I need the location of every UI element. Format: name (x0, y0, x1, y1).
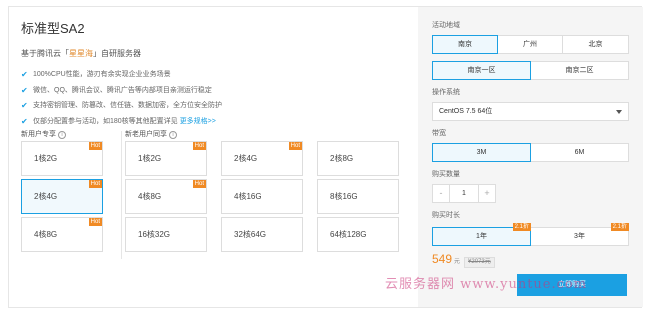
site-watermark: 云服务器网 www.yuntue.com (385, 277, 588, 292)
quantity-plus-button[interactable]: + (478, 184, 496, 203)
feature-item: ✔ 支持密钥管理、防篡改、信任链、数据加密，全方位安全防护 (21, 98, 418, 114)
hot-badge: Hot (192, 142, 206, 150)
discount-badge: 2.1折 (512, 223, 531, 231)
hot-badge: Hot (88, 180, 102, 188)
spec-card-old-4c8g[interactable]: 4核8G Hot (125, 179, 207, 214)
quantity-label: 购买数量 (432, 171, 460, 178)
hot-badge: Hot (288, 142, 302, 150)
os-select[interactable]: CentOS 7.5 64位 (432, 102, 629, 121)
bandwidth-option-3m[interactable]: 3M (432, 143, 531, 162)
feature-item: ✔ 微信、QQ、腾讯会议、腾讯广告等内部项目亲测运行稳定 (21, 83, 418, 99)
product-subtitle: 基于腾讯云「星星海」自研服务器 (21, 49, 141, 58)
feature-item: ✔ 仅部分配置参与活动，如180核等其他配置详见 更多规格>> (21, 114, 418, 130)
duration-option-1y[interactable]: 1年 2.1折 (432, 223, 531, 246)
quantity-input[interactable]: 1 (450, 184, 478, 203)
spec-card-old-32c64g[interactable]: 32核64G (221, 217, 303, 252)
old-user-group-label: 新老用户同享 i (125, 129, 177, 139)
duration-selector: 1年 2.1折 3年 2.1折 (432, 223, 643, 246)
price-unit: 元 (454, 259, 461, 265)
bandwidth-selector: 3M 6M (432, 143, 643, 162)
product-title: 标准型SA2 (21, 21, 85, 36)
duration-label: 购买时长 (432, 212, 460, 219)
feature-item: ✔ 100%CPU性能，游刃有余实现企业业务场景 (21, 67, 418, 83)
spec-card-old-8c16g[interactable]: 8核16G (317, 179, 399, 214)
feature-list: ✔ 100%CPU性能，游刃有余实现企业业务场景 ✔ 微信、QQ、腾讯会议、腾讯广告… (21, 67, 418, 129)
spec-card-old-2c4g[interactable]: 2核4G Hot (221, 141, 303, 176)
duration-option-3y[interactable]: 3年 2.1折 (530, 223, 629, 246)
original-price: ¥2073元 (464, 257, 495, 268)
hot-badge: Hot (88, 142, 102, 150)
new-user-group-label: 新用户专享 i (21, 129, 66, 139)
zone-option-1[interactable]: 南京一区 (432, 61, 531, 80)
check-icon: ✔ (21, 85, 28, 95)
check-icon: ✔ (21, 101, 28, 110)
price-row: 549 元 ¥2073元 (432, 252, 643, 268)
price-value: 549 (432, 252, 453, 266)
check-icon: ✔ (21, 70, 28, 79)
zone-option-2[interactable]: 南京二区 (530, 61, 629, 80)
region-option-nanjing[interactable]: 南京 (432, 35, 498, 54)
more-specs-link[interactable]: 更多规格>> (180, 114, 216, 130)
spec-card-new-1c2g[interactable]: 1核2G Hot (21, 141, 103, 176)
quantity-stepper: - 1 + (432, 184, 643, 203)
spec-card-old-2c8g[interactable]: 2核8G (317, 141, 399, 176)
spec-card-old-4c16g[interactable]: 4核16G (221, 179, 303, 214)
bandwidth-option-6m[interactable]: 6M (530, 143, 629, 162)
check-icon: ✔ (21, 116, 28, 126)
discount-badge: 2.1折 (610, 223, 629, 231)
hot-badge: Hot (192, 180, 206, 188)
hot-badge: Hot (88, 218, 102, 226)
config-panel: 活动地域 南京 广州 北京 南京一区 南京二区 操作系统 CentOS 7.5 … (418, 7, 643, 307)
spec-card-old-1c2g[interactable]: 1核2G Hot (125, 141, 207, 176)
subtitle-highlight: 星星海 (69, 49, 93, 58)
bandwidth-label: 带宽 (432, 130, 446, 137)
info-circle-icon[interactable]: i (169, 131, 177, 139)
info-circle-icon[interactable]: i (58, 131, 66, 139)
spec-card-old-16c32g[interactable]: 16核32G (125, 217, 207, 252)
region-label: 活动地域 (432, 22, 460, 29)
spec-card-new-2c4g[interactable]: 2核4G Hot (21, 179, 103, 214)
spec-card-old-64c128g[interactable]: 64核128G (317, 217, 399, 252)
region-option-guangzhou[interactable]: 广州 (497, 35, 563, 54)
zone-selector: 南京一区 南京二区 (432, 61, 643, 80)
region-option-beijing[interactable]: 北京 (562, 35, 629, 54)
chevron-down-icon (616, 110, 622, 114)
os-label: 操作系统 (432, 89, 460, 96)
quantity-minus-button[interactable]: - (432, 184, 450, 203)
product-card: 标准型SA2 基于腾讯云「星星海」自研服务器 ✔ 100%CPU性能，游刃有余实现… (8, 6, 643, 308)
spec-card-new-4c8g[interactable]: 4核8G Hot (21, 217, 103, 252)
region-selector: 南京 广州 北京 (432, 35, 643, 54)
group-divider (121, 131, 122, 259)
